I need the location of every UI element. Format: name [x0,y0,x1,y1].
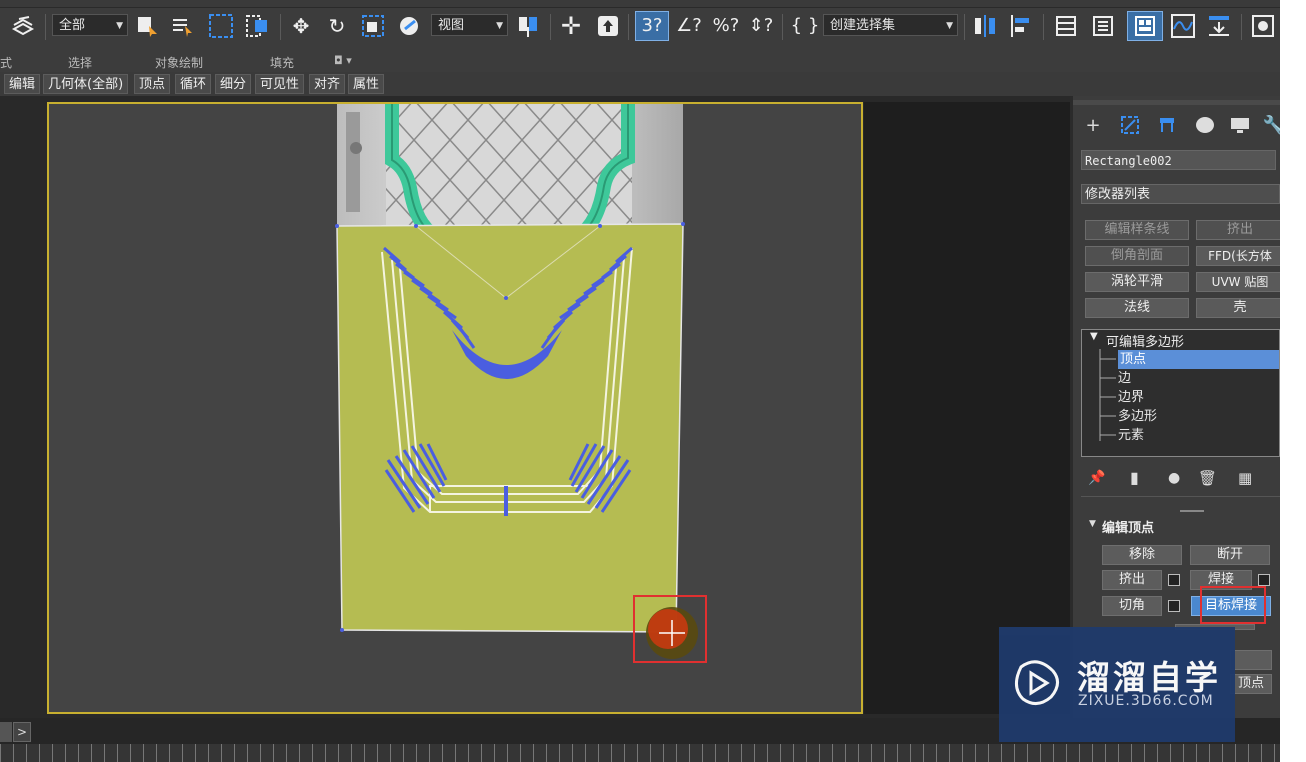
mod-bevel-profile-button[interactable]: 倒角剖面 [1085,246,1189,266]
extrude-button[interactable]: 挤出 [1102,570,1162,590]
partial-button[interactable] [1230,650,1272,670]
curve-editor-icon[interactable] [1168,12,1198,40]
time-ruler[interactable] [0,744,1280,762]
mod-ffd-box-button[interactable]: FFD(长方体 [1196,246,1284,266]
watermark: 溜溜自学 ZIXUE.3D66.COM [999,627,1235,742]
stack-tree-lines [1099,349,1116,441]
timeline-next-icon[interactable]: > [13,722,31,742]
weld-settings-icon[interactable] [1258,574,1270,586]
watermark-url: ZIXUE.3D66.COM [1078,693,1214,709]
configure-modifier-sets-icon[interactable]: ▦ [1238,469,1252,487]
partial-vertex-button[interactable]: 顶点 [1230,674,1272,694]
ribbon-icon[interactable] [1127,11,1163,41]
stack-item-edge[interactable]: 边 [1118,369,1131,388]
watermark-title: 溜溜自学 [1077,658,1221,697]
display-icon[interactable] [1228,112,1252,138]
rollout-collapse-icon[interactable]: ▼ [1089,519,1096,529]
modifier-list-dropdown[interactable]: 修改器列表 [1081,184,1280,204]
timeline-slider-left[interactable] [0,722,12,742]
door-model[interactable] [0,0,1070,718]
door-handle-plate [346,112,360,212]
chamfer-button[interactable]: 切角 [1102,596,1162,616]
panel-divider [1081,496,1280,497]
break-button[interactable]: 断开 [1190,545,1270,565]
mod-edit-spline-button[interactable]: 编辑样条线 [1085,220,1189,240]
remove-modifier-icon[interactable]: 🗑 [1198,469,1217,487]
mod-normal-button[interactable]: 法线 [1085,298,1189,318]
highlight-box-target-weld [1200,586,1266,624]
stack-item-element[interactable]: 元素 [1118,426,1144,445]
scene-explorer-icon[interactable] [1088,12,1118,40]
toolbar-separator [1241,14,1242,40]
highlight-box-cursor [633,595,707,663]
chamfer-settings-icon[interactable] [1168,600,1180,612]
mod-shell-button[interactable]: 壳 [1196,298,1284,318]
play-logo-icon [1015,660,1059,705]
door-lower-panel [336,223,684,633]
stack-root-editable-poly[interactable]: 可编辑多边形 [1106,331,1184,350]
stack-item-vertex[interactable]: 顶点 [1118,350,1279,369]
object-name-field[interactable]: Rectangle002 [1081,150,1276,170]
stack-item-polygon[interactable]: 多边形 [1118,407,1157,426]
material-editor-icon[interactable] [1248,12,1278,40]
show-end-result-icon[interactable]: ▮ [1130,468,1139,487]
command-panel-header [1073,100,1280,105]
schematic-icon[interactable] [1204,12,1234,40]
window-edge [1280,0,1306,762]
extrude-settings-icon[interactable] [1168,574,1180,586]
hierarchy-icon[interactable] [1155,112,1179,138]
remove-button[interactable]: 移除 [1102,545,1182,565]
mod-extrude-button[interactable]: 挤出 [1196,220,1284,240]
rollout-grip [1180,510,1204,512]
make-unique-icon[interactable]: ● [1168,470,1180,486]
collapse-triangle-icon[interactable]: ▼ [1090,331,1098,342]
motion-icon[interactable] [1192,112,1216,138]
modifier-stack: ▼ 可编辑多边形 顶点 边 边界 多边形 元素 [1081,329,1280,457]
door-handle-knob [350,142,362,154]
stack-item-border[interactable]: 边界 [1118,388,1144,407]
pin-stack-icon[interactable]: 📌 [1088,470,1105,486]
mod-turbosmooth-button[interactable]: 涡轮平滑 [1085,272,1189,292]
edit-vertices-title[interactable]: 编辑顶点 [1102,517,1154,536]
modify-icon[interactable] [1118,112,1142,138]
create-icon[interactable]: + [1081,112,1105,138]
mod-uvw-map-button[interactable]: UVW 贴图 [1196,272,1284,292]
